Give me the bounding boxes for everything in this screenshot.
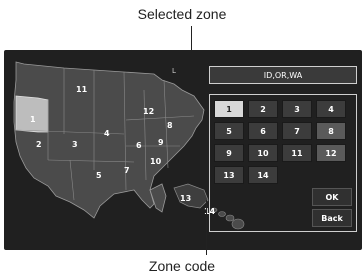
map-zone-label: 5	[96, 171, 102, 180]
map-zone-label: 2	[36, 140, 42, 149]
zone-button-14[interactable]: 14	[248, 166, 278, 184]
zone-button-13[interactable]: 13	[214, 166, 244, 184]
zone-button-1[interactable]: 1	[214, 100, 244, 118]
map-zone-label: 11	[76, 85, 88, 94]
mainland-us-map	[13, 61, 205, 219]
zone-button-6[interactable]: 6	[248, 122, 278, 140]
map-zone-label: 3	[72, 140, 78, 149]
zone-button-2[interactable]: 2	[248, 100, 278, 118]
zone-button-3[interactable]: 3	[282, 100, 312, 118]
map-zone-label: 13	[180, 194, 192, 203]
map-zone-label: 9	[158, 138, 164, 147]
zone-button-10[interactable]: 10	[248, 144, 278, 162]
florida-peninsula	[149, 183, 167, 213]
map-zone-label: 7	[124, 166, 130, 175]
zone-1-highlight	[15, 95, 49, 133]
navigation-screen: 11 12 1 8 4 2 3 6 9 10 7 5 13 14 L ID,OR…	[4, 50, 362, 250]
zone-button-11[interactable]: 11	[282, 144, 312, 162]
zone-button-8[interactable]: 8	[316, 122, 346, 140]
back-button[interactable]: Back	[312, 209, 352, 227]
zone-button-4[interactable]: 4	[316, 100, 346, 118]
zone-code-callout: Zone code	[148, 258, 216, 274]
map-zone-label: 4	[104, 129, 110, 138]
zone-code-leader-line	[206, 200, 207, 255]
zone-button-12[interactable]: 12	[316, 144, 346, 162]
zone-button-5[interactable]: 5	[214, 122, 244, 140]
zone-button-9[interactable]: 9	[214, 144, 244, 162]
map-zone-label: 12	[143, 107, 155, 116]
map-zone-label: 6	[136, 141, 142, 150]
zone-button-7[interactable]: 7	[282, 122, 312, 140]
map-zone-label: 10	[150, 157, 162, 166]
ok-button[interactable]: OK	[312, 188, 352, 206]
map-corner-mark: L	[172, 67, 176, 75]
map-zone-label: 1	[30, 115, 36, 124]
map-zone-label: 8	[167, 121, 173, 130]
selected-zone-display: ID,OR,WA	[209, 66, 357, 84]
selected-zone-callout: Selected zone	[137, 6, 227, 22]
selected-zone-value: ID,OR,WA	[263, 70, 303, 80]
